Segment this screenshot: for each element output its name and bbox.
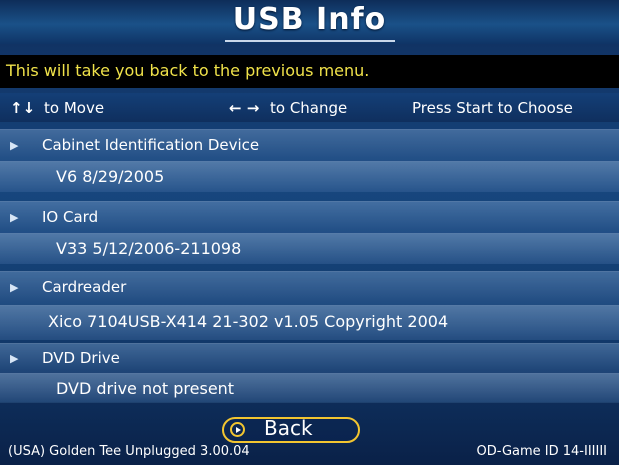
title-underline <box>225 40 395 42</box>
item-label: IO Card <box>42 208 99 226</box>
row-value-line: Xico 7104USB-X414 21-302 v1.05 Copyright… <box>0 305 619 340</box>
row-label-line: ▶ Cabinet Identification Device <box>0 130 619 160</box>
left-right-arrows-icon: ← → <box>229 99 260 117</box>
row-value-line: V33 5/12/2006-211098 <box>0 233 619 264</box>
item-value: V6 8/29/2005 <box>56 167 165 186</box>
footer-game-id: OD-Game ID 14-IIIIII <box>476 444 607 459</box>
row-label-line: ▶ IO Card <box>0 202 619 232</box>
up-down-arrows-icon: ↑↓ <box>10 99 36 117</box>
item-label: Cabinet Identification Device <box>42 136 260 154</box>
help-change-text: to Change <box>270 99 348 117</box>
row-value-line: V6 8/29/2005 <box>0 161 619 192</box>
play-circle-icon <box>230 422 245 437</box>
row-value-line: DVD drive not present <box>0 373 619 403</box>
pointer-icon: ▶ <box>10 139 19 152</box>
description-bar: This will take you back to the previous … <box>0 55 619 88</box>
back-button-label: Back <box>264 416 313 440</box>
help-move-text: to Move <box>44 99 105 117</box>
item-value: Xico 7104USB-X414 21-302 v1.05 Copyright… <box>48 312 449 331</box>
title-bar: USB Info <box>0 0 619 44</box>
help-choose-text: Press Start to Choose <box>412 99 573 117</box>
pointer-icon: ▶ <box>10 211 19 224</box>
pointer-icon: ▶ <box>10 352 19 365</box>
menu-item-io-card[interactable]: ▶ IO Card V33 5/12/2006-211098 <box>0 201 619 264</box>
page-title: USB Info <box>232 2 387 37</box>
item-label: DVD Drive <box>42 349 120 367</box>
item-value: DVD drive not present <box>56 379 235 398</box>
back-button[interactable]: Back <box>222 416 360 443</box>
menu-item-cabinet-identification-device[interactable]: ▶ Cabinet Identification Device V6 8/29/… <box>0 129 619 192</box>
usb-info-screen: USB Info This will take you back to the … <box>0 0 619 465</box>
item-value: V33 5/12/2006-211098 <box>56 239 242 258</box>
help-bar: ↑↓ to Move ← → to Change Press Start to … <box>0 93 619 122</box>
menu-item-cardreader[interactable]: ▶ Cardreader Xico 7104USB-X414 21-302 v1… <box>0 271 619 340</box>
description-text: This will take you back to the previous … <box>6 61 370 80</box>
item-label: Cardreader <box>42 278 127 296</box>
row-label-line: ▶ Cardreader <box>0 272 619 302</box>
menu-item-dvd-drive[interactable]: ▶ DVD Drive DVD drive not present <box>0 343 619 403</box>
footer-game-version: (USA) Golden Tee Unplugged 3.00.04 <box>8 444 250 459</box>
row-label-line: ▶ DVD Drive <box>0 344 619 374</box>
pointer-icon: ▶ <box>10 281 19 294</box>
